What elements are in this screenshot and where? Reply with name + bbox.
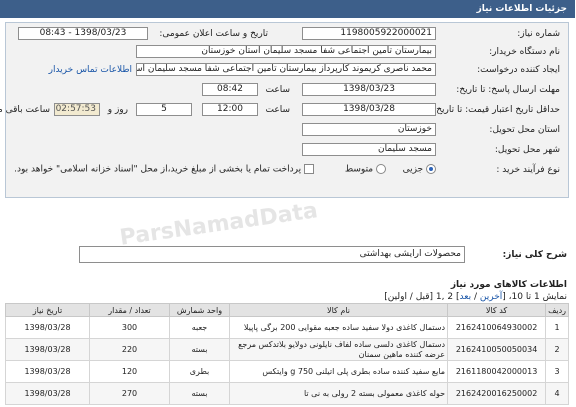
announce-label: تاریخ و ساعت اعلان عمومی: — [160, 29, 269, 39]
row-unit: جعبه — [170, 316, 231, 339]
col-date: تاریخ نیاز — [6, 303, 91, 317]
row-qty: 270 — [90, 382, 171, 405]
row-date: 1398/03/28 — [6, 338, 91, 361]
buyer-label: نام دستگاه خریدار: — [490, 47, 561, 57]
row-name: دستمال کاغذی دولا سفید ساده جعبه مقوایی … — [229, 316, 450, 339]
city-label: شهر محل تحویل: — [495, 145, 561, 155]
pager-pages: ] 2 ,1 [قبل / اولین] — [385, 292, 461, 302]
province-field[interactable]: خوزستان — [303, 123, 437, 136]
row-date: 1398/03/28 — [6, 316, 91, 339]
table-row[interactable]: 4 2162420016250002 حوله کاغذی معمولی بست… — [6, 382, 570, 405]
row-date: 1398/03/28 — [6, 360, 91, 383]
treasury-checkbox[interactable] — [305, 164, 315, 174]
row-unit: بطری — [170, 360, 231, 383]
remaining-time-field: 02:57:53 — [55, 103, 101, 116]
need-number-label: شماره نیاز: — [518, 29, 561, 39]
need-number-field[interactable]: 1198005922000021 — [303, 27, 437, 40]
row-code: 2161180042000013 — [448, 360, 548, 383]
send-deadline-label: مهلت ارسال پاسخ: تا تاریخ: — [457, 85, 561, 95]
partial-option-label: جزیی — [403, 164, 425, 175]
send-date-field[interactable]: 1398/03/23 — [303, 83, 437, 96]
watermark: ParsNamadData — [119, 198, 321, 251]
row-name: مایع سفید کننده ساده بطری پلی اتیلنی 750… — [229, 360, 450, 383]
contact-info-link[interactable]: اطلاعات تماس خریدار — [50, 65, 133, 75]
row-date: 1398/03/28 — [6, 382, 91, 405]
page-header: جزئیات اطلاعات نیاز — [0, 0, 576, 18]
pager-separator: / — [474, 292, 478, 302]
creator-field[interactable]: محمد ناصری کریموند کارپرداز بیمارستان تا… — [137, 63, 437, 76]
row-unit: بسته — [170, 382, 231, 405]
goods-table: ردیف کد کالا نام کالا واحد شمارش تعداد /… — [6, 303, 570, 405]
announce-field[interactable]: 1398/03/23 - 08:43 — [19, 27, 149, 40]
goods-section-title: اطلاعات کالاهای مورد نیاز — [451, 280, 568, 290]
province-label: استان محل تحویل: — [490, 125, 561, 135]
remaining-label: ساعت باقی مانده — [0, 105, 51, 115]
table-row[interactable]: 1 2162410064930002 دستمال کاغذی دولا سفی… — [6, 316, 570, 339]
row-qty: 300 — [90, 316, 171, 339]
page-title: جزئیات اطلاعات نیاز — [477, 4, 568, 14]
price-time-label: ساعت — [266, 105, 292, 115]
creator-label: ایجاد کننده درخواست: — [478, 65, 561, 75]
city-field[interactable]: مسجد سلیمان — [303, 143, 437, 156]
medium-option-label: متوسط — [345, 164, 375, 175]
row-name: دستمال کاغذی دلسی ساده لفاف نایلونی دولا… — [229, 338, 450, 361]
table-row[interactable]: 3 2161180042000013 مایع سفید کننده ساده … — [6, 360, 570, 383]
row-index: 1 — [546, 316, 570, 339]
payment-note: پرداخت تمام یا بخشی از مبلغ خرید،از محل … — [15, 164, 303, 175]
send-time-field[interactable]: 08:42 — [203, 83, 259, 96]
pagination: نمایش 1 تا 10، [آخرین / بعد] 2 ,1 [قبل /… — [385, 292, 568, 302]
row-name: حوله کاغذی معمولی بسته 2 رولی به نی تا — [229, 382, 450, 405]
price-deadline-label: حداقل تاریخ اعتبار قیمت: تا تاریخ: — [434, 105, 561, 115]
price-time-field[interactable]: 12:00 — [203, 103, 259, 116]
col-name: نام کالا — [229, 303, 450, 317]
remaining-days-field[interactable]: 5 — [137, 103, 193, 116]
row-code: 2162420016250002 — [448, 382, 548, 405]
buyer-field[interactable]: بیمارستان تامین اجتماعی شفا مسجد سلیمان … — [137, 45, 437, 58]
partial-radio[interactable] — [427, 164, 437, 174]
price-date-field[interactable]: 1398/03/28 — [303, 103, 437, 116]
col-code: کد کالا — [448, 303, 548, 317]
row-code: 2162410064930002 — [448, 316, 548, 339]
days-label: روز و — [108, 105, 129, 115]
table-row[interactable]: 2 2162410050050034 دستمال کاغذی دلسی ساد… — [6, 338, 570, 361]
medium-radio[interactable] — [377, 164, 387, 174]
row-unit: بسته — [170, 338, 231, 361]
col-qty: تعداد / مقدار — [90, 303, 171, 317]
process-label: نوع فرآیند خرید : — [497, 165, 561, 175]
partial-option[interactable]: جزیی — [404, 164, 437, 175]
pager-last-link[interactable]: آخرین — [481, 292, 503, 302]
row-qty: 120 — [90, 360, 171, 383]
treasury-payment-option[interactable]: پرداخت تمام یا بخشی از مبلغ خرید،از محل … — [15, 164, 315, 175]
description-label: شرح کلی نیاز: — [503, 250, 568, 260]
table-header-row: ردیف کد کالا نام کالا واحد شمارش تعداد /… — [6, 303, 570, 317]
pager-prefix: نمایش 1 تا 10، [ — [503, 292, 568, 302]
need-details-panel: شماره نیاز: 1198005922000021 تاریخ و ساع… — [0, 22, 570, 198]
col-index: ردیف — [546, 303, 570, 317]
description-field[interactable]: محصولات ارایشی بهداشتی — [80, 246, 466, 263]
pager-next-link[interactable]: بعد — [461, 292, 473, 302]
send-time-label: ساعت — [266, 85, 292, 95]
row-index: 3 — [546, 360, 570, 383]
row-index: 2 — [546, 338, 570, 361]
row-qty: 220 — [90, 338, 171, 361]
medium-option[interactable]: متوسط — [346, 164, 387, 175]
col-unit: واحد شمارش — [170, 303, 231, 317]
row-index: 4 — [546, 382, 570, 405]
row-code: 2162410050050034 — [448, 338, 548, 361]
